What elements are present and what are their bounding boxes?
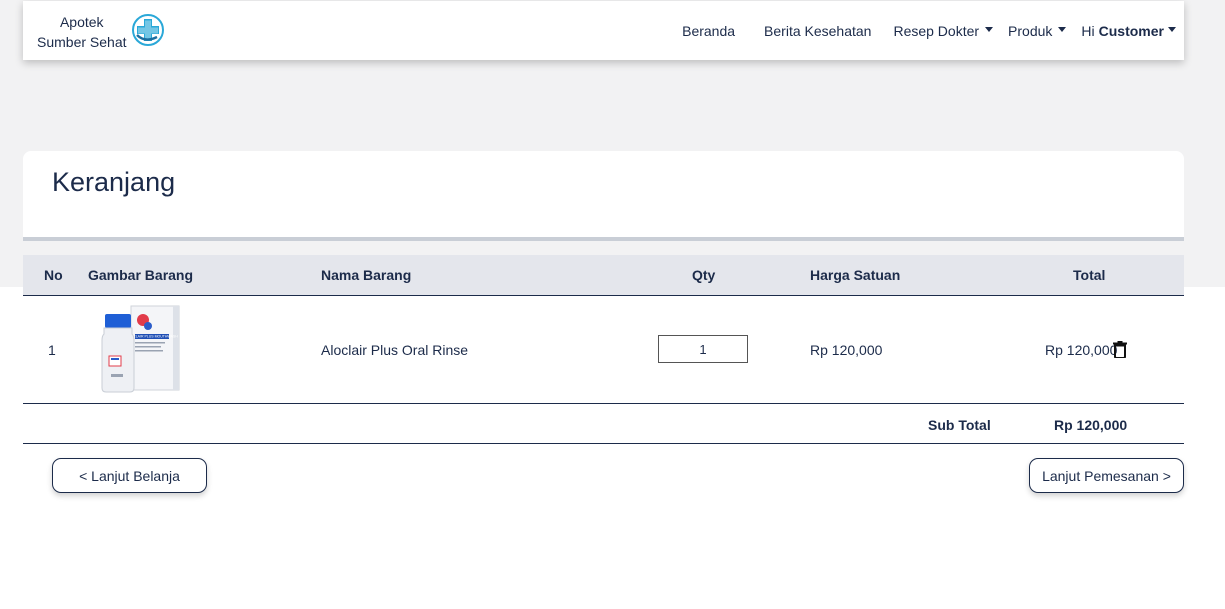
trash-icon[interactable] <box>1113 341 1127 361</box>
caret-down-icon <box>985 27 994 32</box>
user-greeting: Hi <box>1081 22 1095 39</box>
unit-price: Rp 120,000 <box>810 342 883 358</box>
column-header-name: Nama Barang <box>321 267 412 283</box>
column-header-image: Gambar Barang <box>88 267 194 283</box>
page-title: Keranjang <box>52 167 176 197</box>
aloclair-product-image-icon: ALOCLAIR PLUS MOUTHWASH <box>101 304 181 397</box>
brand-line-2: Sumber Sehat <box>37 33 127 50</box>
subtotal-value: Rp 120,000 <box>1054 417 1128 433</box>
subtotal-label: Sub Total <box>928 417 991 433</box>
nav-dropdown-products[interactable]: Produk <box>1008 22 1067 39</box>
nav-dropdown-user[interactable]: Hi Customer <box>1081 23 1176 39</box>
cart-table-header: No Gambar Barang Nama Barang Qty Harga S… <box>23 255 1184 296</box>
subtotal-row: Sub Total Rp 120,000 <box>23 404 1184 444</box>
nav-dropdown-prescription[interactable]: Resep Dokter <box>893 22 994 39</box>
column-header-total: Total <box>1073 267 1106 283</box>
column-header-unit-price: Harga Satuan <box>810 267 901 283</box>
user-name: Customer <box>1098 22 1164 39</box>
brand-name: Apotek Sumber Sehat <box>37 12 127 52</box>
continue-shopping-button[interactable]: < Lanjut Belanja <box>52 458 207 493</box>
table-row: 1 ALOCLAIR PLUS MOUTHWASH Aloclair Plus … <box>23 296 1184 404</box>
nav-dropdown-prescription-label: Resep Dokter <box>893 22 980 39</box>
nav-links: Beranda Berita Kesehatan Resep Dokter Pr… <box>682 1 1176 60</box>
nav-link-home[interactable]: Beranda <box>682 23 735 39</box>
cart-card: Keranjang <box>23 151 1184 241</box>
column-header-no: No <box>44 267 63 283</box>
brand-line-1: Apotek <box>59 13 104 30</box>
product-name: Aloclair Plus Oral Rinse <box>321 342 469 358</box>
row-total: Rp 120,000 <box>1045 342 1118 358</box>
quantity-input[interactable] <box>658 335 748 363</box>
nav-dropdown-products-label: Produk <box>1008 22 1053 39</box>
medical-cross-logo-icon <box>131 13 165 52</box>
column-header-qty: Qty <box>692 267 716 283</box>
navbar: Apotek Sumber Sehat Beranda Berita Keseh… <box>23 1 1184 60</box>
row-number: 1 <box>48 342 56 358</box>
caret-down-icon <box>1058 27 1067 32</box>
brand[interactable]: Apotek Sumber Sehat <box>37 11 165 52</box>
continue-order-button[interactable]: Lanjut Pemesanan > <box>1029 458 1184 493</box>
nav-link-health-news[interactable]: Berita Kesehatan <box>764 23 871 39</box>
caret-down-icon <box>1168 27 1176 32</box>
